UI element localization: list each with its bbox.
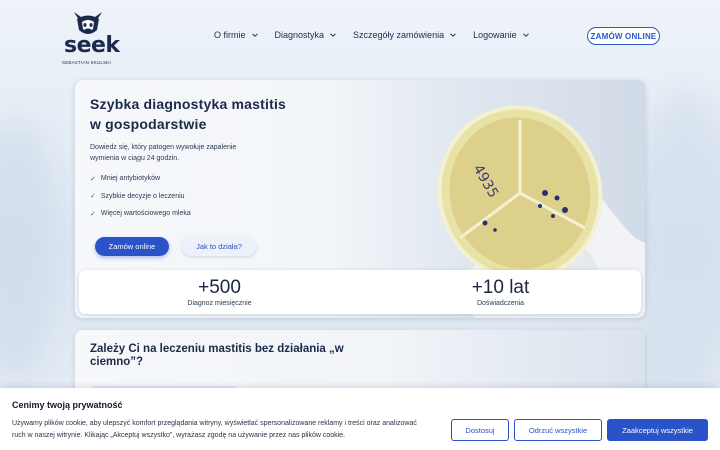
background-blur (0, 120, 60, 380)
cookie-reject-button[interactable]: Odrzuć wszystkie (514, 419, 602, 441)
cookie-accept-button[interactable]: Zaakceptuj wszystkie (607, 419, 708, 441)
nav-item-o-firmie[interactable]: O firmie (214, 30, 259, 40)
site-header: seek SEBASTIAN SKULSKI O firmie Diagnost… (0, 0, 720, 72)
hero-description: Dowiedz się, który patogen wywołuje zapa… (90, 144, 237, 162)
stat-diagnoses: +500 Diagnoz miesięcznie (79, 270, 360, 314)
cookie-banner: Cenimy twoją prywatność Używamy plików c… (0, 388, 720, 450)
nav-item-label: Logowanie (473, 30, 517, 40)
benefit-list: ✓ Mniej antybiotyków ✓ Szybkie decyzje o… (90, 170, 191, 223)
benefit-label: Więcej wartościowego mleka (100, 210, 191, 218)
cookie-customize-button[interactable]: Dostosuj (451, 419, 509, 441)
section-title: Zależy Ci na leczeniu mastitis bez dział… (90, 343, 344, 368)
chevron-down-icon (330, 33, 336, 37)
hero-section: Szybka diagnostyka mastitis w gospodarst… (75, 80, 645, 318)
list-item: ✓ Szybkie decyzje o leczeniu (90, 188, 191, 206)
chevron-down-icon (450, 33, 456, 37)
order-online-button[interactable]: ZAMÓW ONLINE (587, 27, 660, 45)
stat-experience: +10 lat Doświadczenia (360, 270, 641, 314)
nav-item-label: O firmie (214, 30, 246, 40)
cookie-text: Używamy plików cookie, aby ulepszyć komf… (12, 420, 417, 439)
chevron-down-icon (522, 33, 529, 37)
hero-title: Szybka diagnostyka mastitis w gospodarst… (90, 96, 287, 132)
chevron-down-icon (251, 33, 258, 37)
nav-item-logowanie[interactable]: Logowanie (473, 30, 530, 40)
stat-value: +500 (198, 277, 241, 298)
logo-subtitle: SEBASTIAN SKULSKI (62, 60, 111, 65)
logo-wordmark: seek (64, 33, 120, 58)
benefit-label: Mniej antybiotyków (100, 175, 161, 183)
order-online-hero-button[interactable]: Zamów online (95, 237, 169, 256)
nav-item-label: Szczegóły zamówienia (353, 30, 445, 40)
benefit-label: Szybkie decyzje o leczeniu (100, 192, 185, 200)
logo[interactable]: seek SEBASTIAN SKULSKI (62, 8, 120, 68)
list-item: ✓ Więcej wartościowego mleka (90, 205, 191, 223)
nav-item-diagnostyka[interactable]: Diagnostyka (275, 30, 338, 40)
list-item: ✓ Mniej antybiotyków (90, 170, 191, 188)
nav-item-label: Diagnostyka (274, 30, 325, 40)
stat-value: +10 lat (471, 277, 530, 298)
check-icon: ✓ (90, 210, 96, 218)
check-icon: ✓ (90, 193, 96, 201)
check-icon: ✓ (90, 175, 96, 183)
nav-item-szczegoly-zamowienia[interactable]: Szczegóły zamówienia (353, 30, 457, 40)
cookie-title: Cenimy twoją prywatność (12, 400, 123, 410)
main-nav: O firmie Diagnostyka Szczegóły zamówieni… (214, 30, 546, 40)
stats-bar: +500 Diagnoz miesięcznie +10 lat Doświad… (79, 270, 641, 314)
stat-label: Doświadczenia (476, 300, 525, 307)
stat-label: Diagnoz miesięcznie (187, 300, 252, 307)
how-it-works-button[interactable]: Jak to działa? (182, 237, 256, 256)
